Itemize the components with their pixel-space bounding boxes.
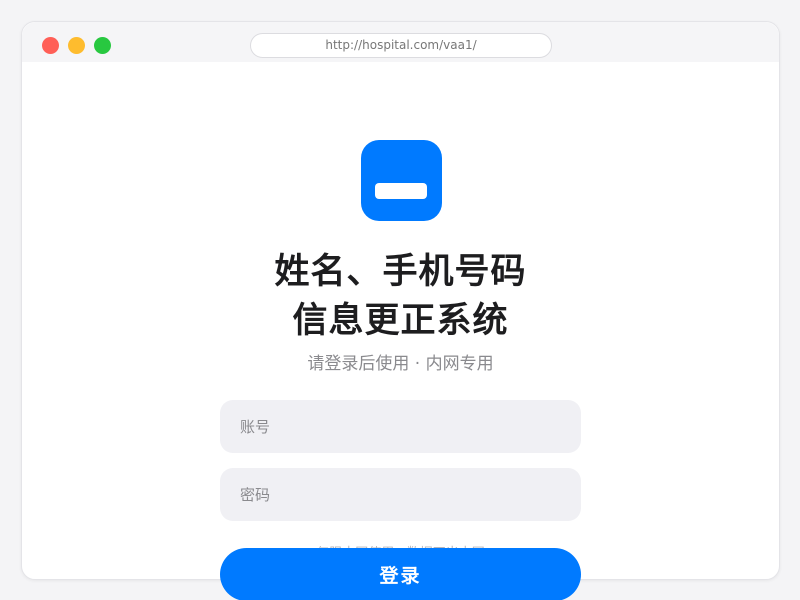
zoom-window-button[interactable]: [94, 37, 111, 54]
logo-bar-shape: [375, 183, 427, 199]
app-logo-icon: [361, 140, 442, 221]
browser-window: http://hospital.com/vaa1/ 姓名、手机号码 信息更正系统…: [21, 21, 780, 600]
page-title-line-2: 信息更正系统: [292, 301, 509, 341]
password-input[interactable]: [220, 468, 581, 521]
login-button[interactable]: 登录: [220, 548, 581, 600]
title-bar: http://hospital.com/vaa1/: [22, 22, 779, 62]
page-subtitle: 请登录后使用 · 内网专用: [307, 354, 494, 374]
page-title-line-1: 姓名、手机号码: [274, 252, 527, 292]
address-bar[interactable]: http://hospital.com/vaa1/: [250, 33, 552, 58]
account-input[interactable]: [220, 400, 581, 453]
minimize-window-button[interactable]: [68, 37, 85, 54]
close-window-button[interactable]: [42, 37, 59, 54]
